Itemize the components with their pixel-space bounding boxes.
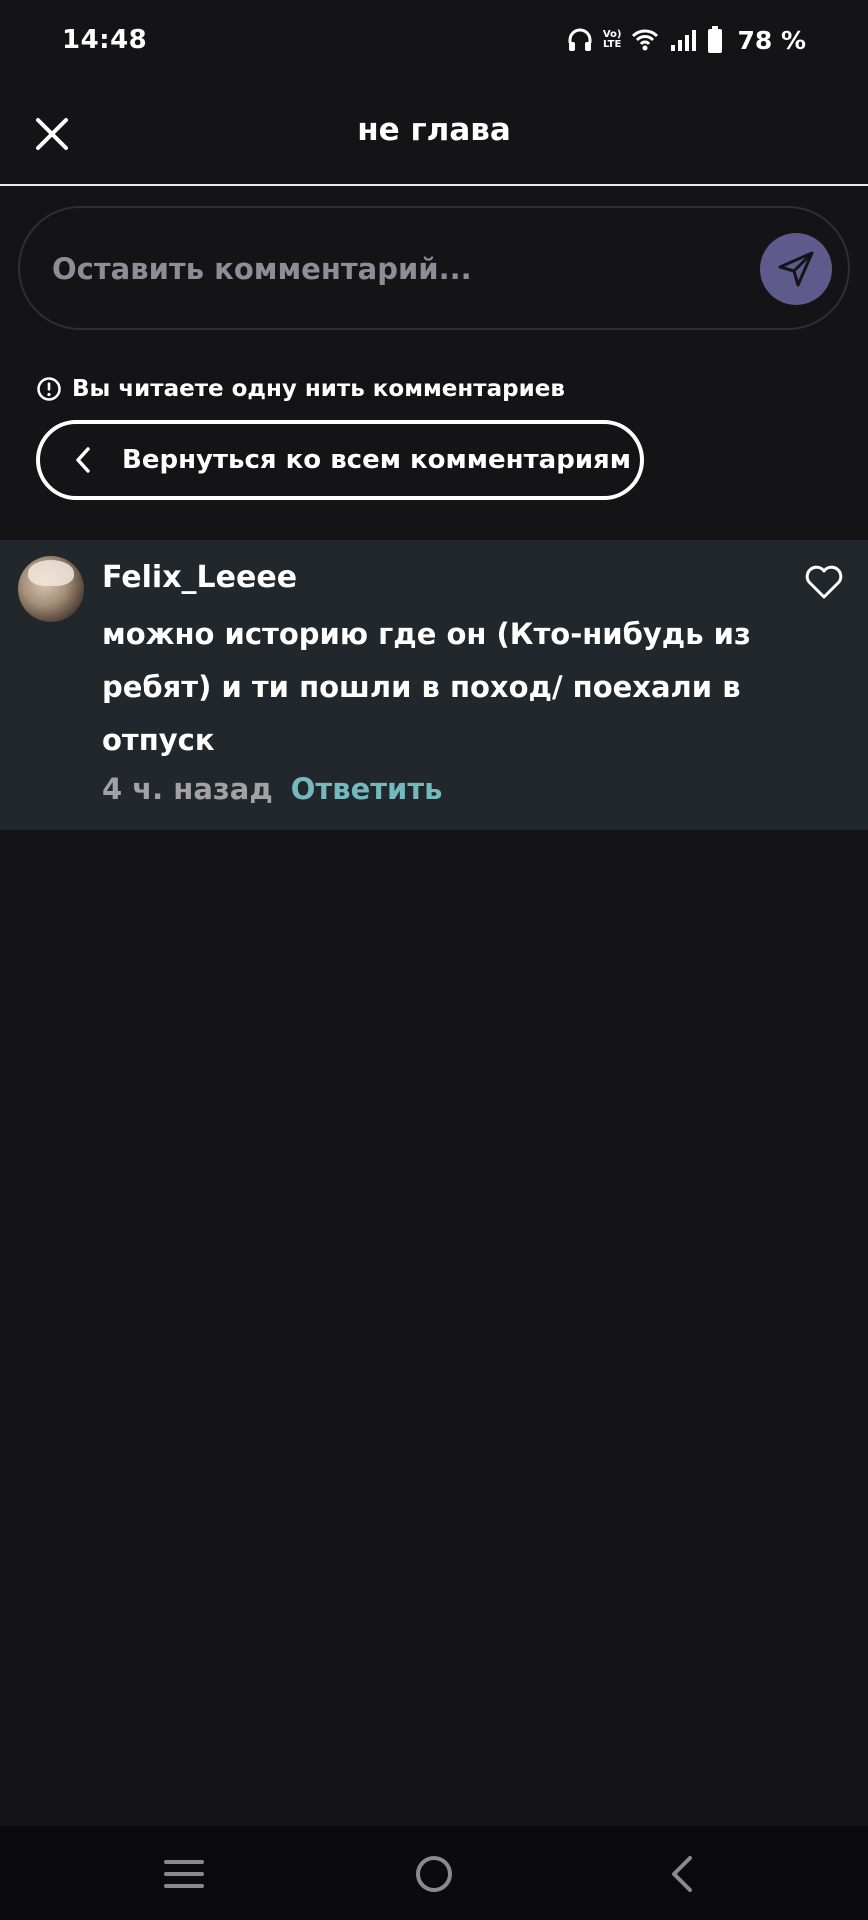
back-icon	[672, 1856, 692, 1892]
back-to-all-comments-button[interactable]: Вернуться ко всем комментариям	[36, 420, 644, 500]
status-bar: 14:48 Vo) LTE 78 %	[0, 0, 868, 80]
signal-icon	[669, 28, 697, 52]
home-button[interactable]	[412, 1852, 456, 1896]
info-icon	[37, 377, 61, 401]
header: не глава	[0, 80, 868, 186]
battery-percent: 78 %	[737, 25, 806, 55]
status-icons: Vo) LTE 78 %	[567, 26, 806, 55]
recent-apps-button[interactable]	[162, 1852, 206, 1896]
like-button[interactable]	[804, 564, 844, 600]
reply-button[interactable]: Ответить	[291, 772, 443, 806]
comment-time: 4 ч. назад	[102, 772, 273, 806]
page-title: не глава	[357, 112, 511, 148]
chevron-left-icon	[76, 447, 90, 473]
comment-input-container	[18, 206, 850, 330]
send-icon	[778, 251, 814, 287]
comment-meta: 4 ч. назад Ответить	[102, 772, 443, 806]
thread-note-text: Вы читаете одну нить комментариев	[72, 376, 565, 402]
comment-input[interactable]	[52, 238, 732, 300]
home-icon	[416, 1856, 452, 1892]
headphones-icon	[567, 27, 593, 53]
comment-author[interactable]: Felix_Leeee	[102, 560, 297, 595]
volte-bottom: LTE	[602, 39, 622, 50]
volte-icon: Vo) LTE	[603, 30, 622, 50]
status-time: 14:48	[62, 25, 148, 55]
menu-icon	[164, 1860, 204, 1888]
battery-icon	[707, 26, 723, 54]
navigation-bar	[0, 1826, 868, 1920]
comment-text: можно историю где он (Кто-нибудь из ребя…	[102, 617, 751, 757]
avatar[interactable]	[18, 556, 84, 622]
send-button[interactable]	[760, 233, 832, 305]
wifi-icon	[631, 28, 659, 52]
comment-card: Felix_Leeee можно историю где он (Кто-ни…	[0, 540, 868, 830]
back-button[interactable]	[662, 1852, 706, 1896]
back-to-all-comments-label: Вернуться ко всем комментариям	[122, 445, 632, 475]
heart-icon	[805, 565, 843, 599]
thread-note: Вы читаете одну нить комментариев	[36, 376, 565, 402]
